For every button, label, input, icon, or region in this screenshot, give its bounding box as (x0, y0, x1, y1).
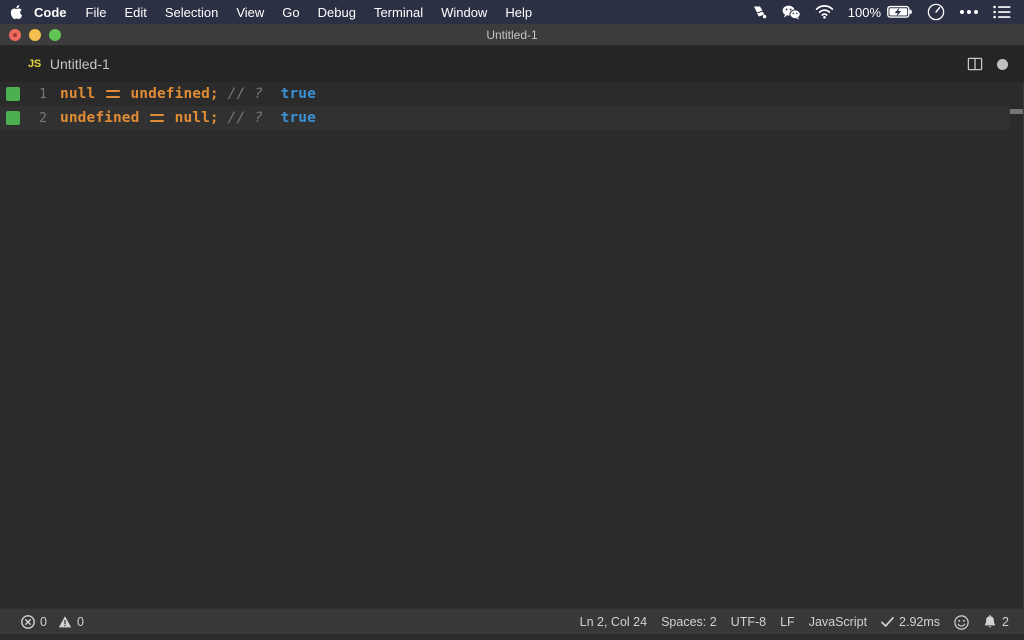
token-operator-equality (95, 86, 130, 102)
dropbox-icon[interactable] (745, 0, 775, 24)
gutter-marker-line-1 (6, 87, 20, 101)
editor-overview-ruler[interactable] (1010, 82, 1024, 608)
status-cursor-position[interactable]: Ln 2, Col 24 (573, 609, 654, 635)
tab-bar-actions (967, 46, 1016, 82)
error-count: 0 (40, 614, 47, 629)
menu-bar-status-icons: 100% (745, 0, 1024, 24)
status-bar: 0 0 Ln 2, Col 24 Spaces: 2 UTF-8 LF Java… (0, 608, 1024, 634)
token-keyword-undefined: undefined; (130, 86, 219, 102)
javascript-file-icon: JS (28, 58, 41, 70)
token-keyword-undefined-2: undefined (60, 110, 140, 126)
wifi-icon[interactable] (808, 0, 841, 24)
overview-ruler-marker (1010, 109, 1024, 114)
menu-item-help[interactable]: Help (496, 0, 541, 24)
token-comment-line-2: // ? (227, 110, 263, 126)
window-title-bar: Untitled-1 (0, 24, 1024, 46)
wechat-icon[interactable] (775, 0, 808, 24)
traffic-lights (0, 28, 61, 41)
list-icon[interactable] (986, 0, 1018, 24)
status-bar-right: Ln 2, Col 24 Spaces: 2 UTF-8 LF JavaScri… (573, 609, 1024, 635)
status-feedback[interactable] (947, 609, 976, 635)
warning-count: 0 (76, 614, 84, 629)
macos-menu-bar: Code File Edit Selection View Go Debug T… (0, 0, 1024, 24)
menu-item-terminal[interactable]: Terminal (365, 0, 432, 24)
menu-bar-items: Code File Edit Selection View Go Debug T… (0, 0, 541, 24)
menu-item-edit[interactable]: Edit (115, 0, 155, 24)
smiley-icon (954, 614, 969, 630)
unsaved-indicator-dot[interactable] (997, 58, 1008, 70)
error-circle-icon (21, 614, 35, 629)
window-maximize-button[interactable] (49, 28, 61, 41)
tab-label: Untitled-1 (49, 56, 110, 72)
status-problems[interactable]: 0 0 (14, 609, 91, 635)
code-content-line-2: undefined null; // ? true (60, 110, 316, 126)
ellipsis-icon[interactable] (952, 0, 986, 24)
status-run-time[interactable]: 2.92ms (874, 609, 947, 635)
window-close-button[interactable] (9, 28, 21, 41)
checkmark-icon (881, 616, 894, 628)
menu-item-view[interactable]: View (227, 0, 273, 24)
window-minimize-button[interactable] (29, 28, 41, 41)
siri-icon[interactable] (920, 0, 952, 24)
status-language-mode[interactable]: JavaScript (802, 609, 874, 635)
tab-untitled-1[interactable]: JS Untitled-1 (0, 46, 124, 82)
battery-percent-label: 100% (847, 4, 881, 20)
split-editor-icon[interactable] (967, 56, 983, 72)
token-keyword-null: null (60, 86, 96, 102)
notification-count: 2 (1002, 615, 1009, 629)
window-title: Untitled-1 (486, 27, 538, 42)
status-line-ending[interactable]: LF (773, 609, 802, 635)
menu-item-debug[interactable]: Debug (309, 0, 365, 24)
token-keyword-null-2: null; (174, 110, 219, 126)
token-comment-line-1: // ? (227, 86, 263, 102)
apple-logo-icon[interactable] (0, 0, 28, 24)
token-value-line-2: true (280, 110, 316, 126)
token-operator-equality-2 (139, 110, 174, 126)
menu-item-go[interactable]: Go (273, 0, 308, 24)
menu-item-file[interactable]: File (77, 0, 116, 24)
gutter-marker-line-2 (6, 111, 20, 125)
status-encoding[interactable]: UTF-8 (724, 609, 773, 635)
token-value-line-1: true (280, 86, 316, 102)
editor-tab-bar: JS Untitled-1 (0, 46, 1024, 82)
battery-charging-icon[interactable] (887, 0, 920, 24)
status-notifications[interactable]: 2 (976, 609, 1016, 635)
menu-item-window[interactable]: Window (432, 0, 496, 24)
menu-item-code[interactable]: Code (28, 0, 77, 24)
bell-icon (983, 614, 997, 630)
code-editor[interactable]: 1 null undefined; // ? true 2 undefined … (0, 82, 1024, 608)
code-line-1[interactable]: 1 null undefined; // ? true (0, 82, 1024, 106)
run-time-value: 2.92ms (899, 615, 941, 629)
warning-triangle-icon (58, 615, 72, 629)
status-bar-left: 0 0 (0, 609, 91, 635)
menu-item-selection[interactable]: Selection (156, 0, 227, 24)
code-line-2[interactable]: 2 undefined null; // ? true (0, 106, 1024, 130)
status-indentation[interactable]: Spaces: 2 (654, 609, 724, 635)
code-content-line-1: null undefined; // ? true (60, 86, 316, 102)
